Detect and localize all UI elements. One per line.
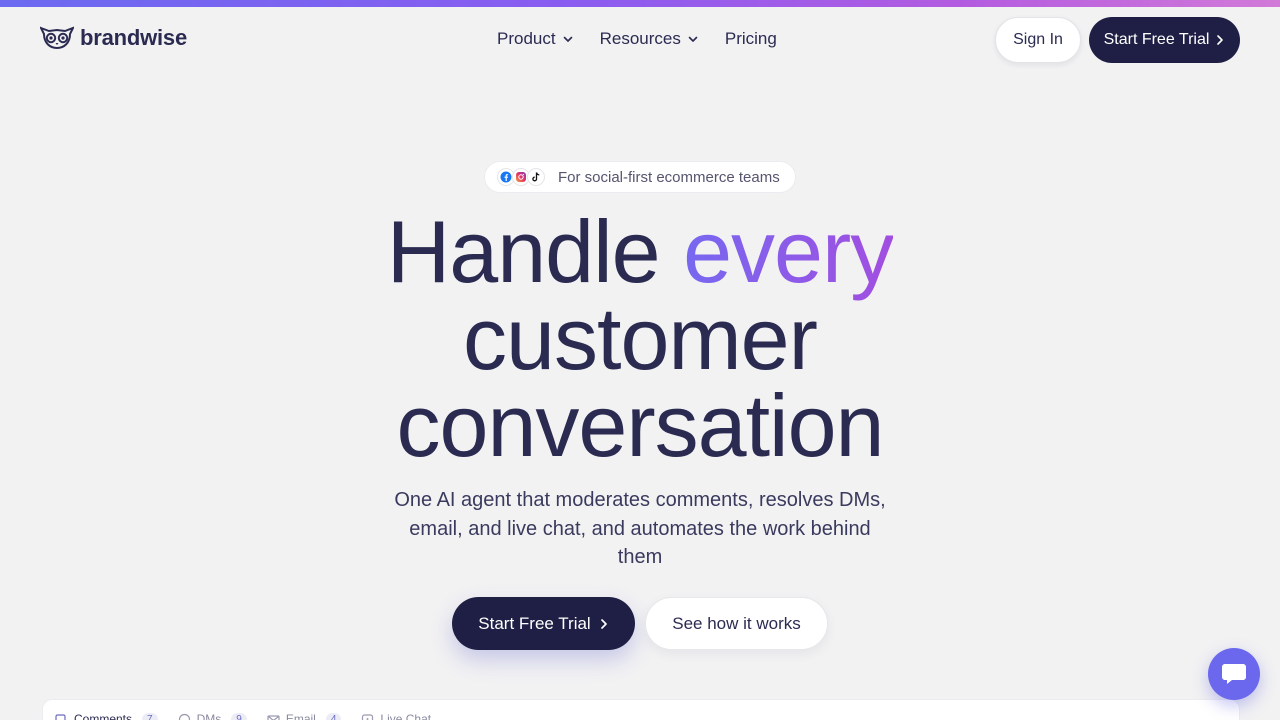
chat-bubble-icon (1222, 664, 1246, 684)
tab-comments[interactable]: Comments 7 (55, 712, 158, 720)
chat-widget-button[interactable] (1208, 648, 1260, 700)
chevron-down-icon (688, 36, 698, 42)
tab-count: 7 (142, 712, 158, 720)
audience-badge: For social-first ecommerce teams (484, 161, 796, 193)
hero-title-part1: Handle (386, 202, 684, 301)
hero-title-line2: customer (463, 289, 818, 388)
chevron-right-icon (1217, 35, 1224, 45)
nav-item-pricing[interactable]: Pricing (725, 29, 777, 49)
nav-item-label: Product (497, 29, 556, 48)
top-gradient-bar (0, 0, 1280, 7)
nav-item-product[interactable]: Product (497, 29, 574, 49)
start-free-trial-header-button[interactable]: Start Free Trial (1089, 17, 1240, 63)
tab-email[interactable]: Email 4 (267, 712, 342, 720)
owl-logo-icon (40, 26, 74, 50)
tiktok-icon (527, 168, 545, 186)
site-header: brandwise Product Resources Pricing Sign… (0, 7, 1280, 73)
chevron-down-icon (563, 36, 572, 42)
preview-tabs: Comments 7 DMs 9 Email 4 Live Chat (55, 712, 431, 720)
brand-logo[interactable]: brandwise (40, 25, 187, 51)
nav-item-label: Resources (599, 29, 681, 48)
tab-live-chat[interactable]: Live Chat (361, 712, 431, 720)
button-label: Start Free Trial (1103, 31, 1210, 48)
button-label: Start Free Trial (478, 613, 591, 633)
tab-label: Comments (74, 712, 133, 720)
comment-icon (55, 713, 66, 720)
tab-count: 4 (325, 712, 342, 720)
live-chat-icon (362, 713, 374, 720)
nav-item-label: Pricing (724, 29, 777, 48)
hero-subtitle: One AI agent that moderates comments, re… (394, 489, 886, 568)
sign-in-button[interactable]: Sign In (995, 17, 1081, 63)
tab-label: Email (285, 712, 316, 720)
hero-title-accent: every (683, 202, 894, 301)
email-icon (267, 714, 280, 720)
hero-title-line3: conversation (396, 376, 885, 475)
tab-dms[interactable]: DMs 9 (178, 712, 247, 720)
brand-name: brandwise (80, 25, 188, 50)
badge-text: For social-first ecommerce teams (558, 168, 780, 186)
product-preview-panel: Comments 7 DMs 9 Email 4 Live Chat (42, 699, 1240, 720)
dm-icon (178, 713, 190, 720)
see-how-it-works-button[interactable]: See how it works (645, 597, 828, 650)
tab-label: DMs (196, 712, 222, 720)
social-icons (497, 168, 545, 186)
chevron-right-icon (600, 618, 607, 629)
main-nav: Product Resources Pricing (497, 29, 777, 49)
tab-count: 9 (231, 712, 247, 720)
tab-label: Live Chat (380, 712, 432, 720)
hero-title: Handle every customer conversation (0, 208, 1280, 470)
nav-item-resources[interactable]: Resources (600, 29, 699, 49)
start-free-trial-button[interactable]: Start Free Trial (452, 597, 635, 650)
